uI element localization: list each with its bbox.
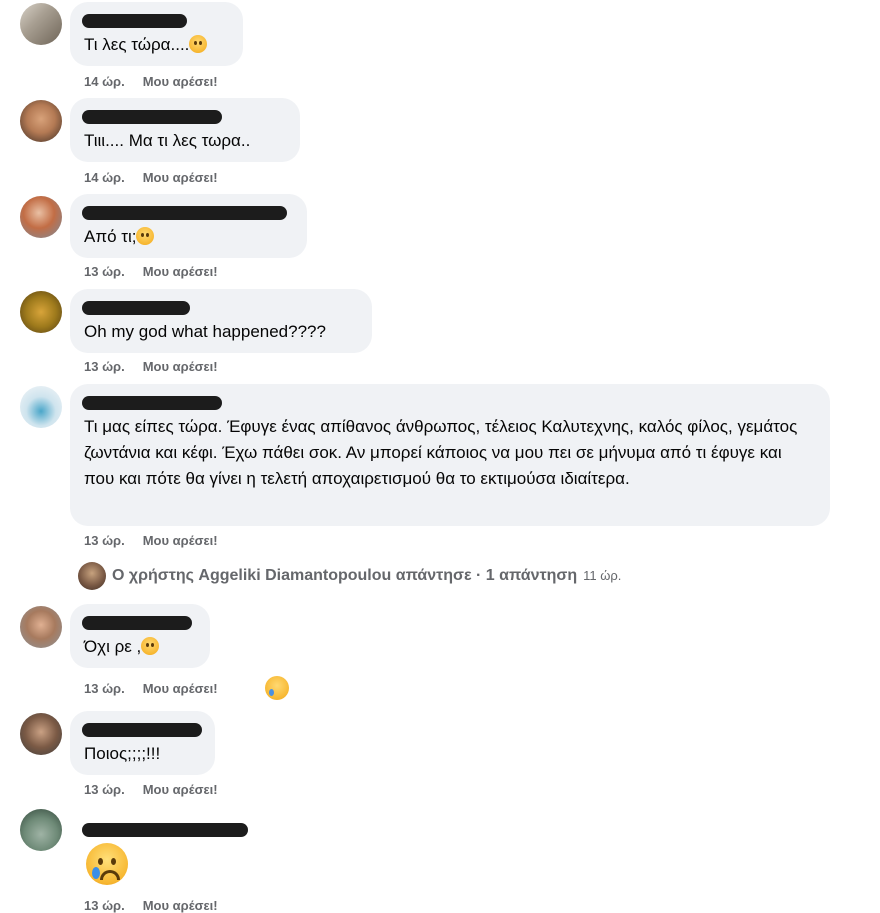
redacted-author-name [82, 301, 190, 315]
redacted-author-name [82, 110, 222, 124]
avatar[interactable] [20, 809, 62, 851]
crying-face-icon[interactable] [265, 676, 289, 700]
like-button[interactable]: Μου αρέσει! [143, 74, 218, 89]
comment-text: Τι μας είπες τώρα. Έφυγε ένας απίθανος ά… [84, 417, 798, 488]
comment-text: Από τι; [84, 227, 137, 246]
like-button[interactable]: Μου αρέσει! [143, 359, 218, 374]
comment-text: Oh my god what happened???? [84, 322, 326, 341]
comment-time[interactable]: 13 ώρ. [84, 359, 125, 374]
comment-bubble: Τι λες τώρα.... [70, 2, 243, 66]
comment-bubble: Τι μας είπες τώρα. Έφυγε ένας απίθανος ά… [70, 384, 830, 526]
comment-text: Τιιι.... Μα τι λες τωρα.. [84, 131, 251, 150]
comment-text: Όχι ρε , [84, 637, 142, 656]
redacted-author-name [82, 823, 248, 837]
comment-text: Τι λες τώρα.... [84, 35, 190, 54]
like-button[interactable]: Μου αρέσει! [143, 533, 218, 548]
comment-time[interactable]: 13 ώρ. [84, 264, 125, 279]
comment-bubble: Ποιος;;;;!!! [70, 711, 215, 775]
avatar[interactable] [20, 713, 62, 755]
comment-text: Ποιος;;;;!!! [84, 744, 161, 763]
view-replies-link[interactable]: Ο χρήστης Aggeliki Diamantopoulou απάντη… [78, 562, 621, 590]
like-button[interactable]: Μου αρέσει! [143, 170, 218, 185]
like-button[interactable]: Μου αρέσει! [143, 264, 218, 279]
comment-time[interactable]: 14 ώρ. [84, 74, 125, 89]
like-button[interactable]: Μου αρέσει! [143, 681, 218, 696]
redacted-author-name [82, 616, 192, 630]
reply-thread-text[interactable]: Ο χρήστης Aggeliki Diamantopoulou απάντη… [112, 567, 577, 584]
redacted-author-name [82, 206, 287, 220]
comment-time[interactable]: 14 ώρ. [84, 170, 125, 185]
comment-time[interactable]: 13 ώρ. [84, 782, 125, 797]
avatar[interactable] [20, 3, 62, 45]
pensive-face-icon [141, 637, 160, 655]
comment-time[interactable]: 13 ώρ. [84, 681, 125, 696]
avatar[interactable] [20, 196, 62, 238]
redacted-author-name [82, 723, 202, 737]
comment-bubble: Όχι ρε , [70, 604, 210, 668]
crying-face-icon [86, 843, 128, 885]
comment-bubble: Τιιι.... Μα τι λες τωρα.. [70, 98, 300, 162]
comment-bubble: Από τι; [70, 194, 307, 258]
comment-time[interactable]: 13 ώρ. [84, 533, 125, 548]
avatar[interactable] [20, 606, 62, 648]
replier-avatar [78, 562, 106, 590]
like-button[interactable]: Μου αρέσει! [143, 782, 218, 797]
redacted-author-name [82, 14, 187, 28]
redacted-author-name [82, 396, 222, 410]
comment-bubble: Oh my god what happened???? [70, 289, 372, 353]
reply-thread-time: 11 ώρ. [583, 568, 622, 584]
sad-face-icon [136, 227, 155, 245]
avatar[interactable] [20, 291, 62, 333]
pleading-face-icon [189, 35, 208, 53]
avatar[interactable] [20, 386, 62, 428]
avatar[interactable] [20, 100, 62, 142]
